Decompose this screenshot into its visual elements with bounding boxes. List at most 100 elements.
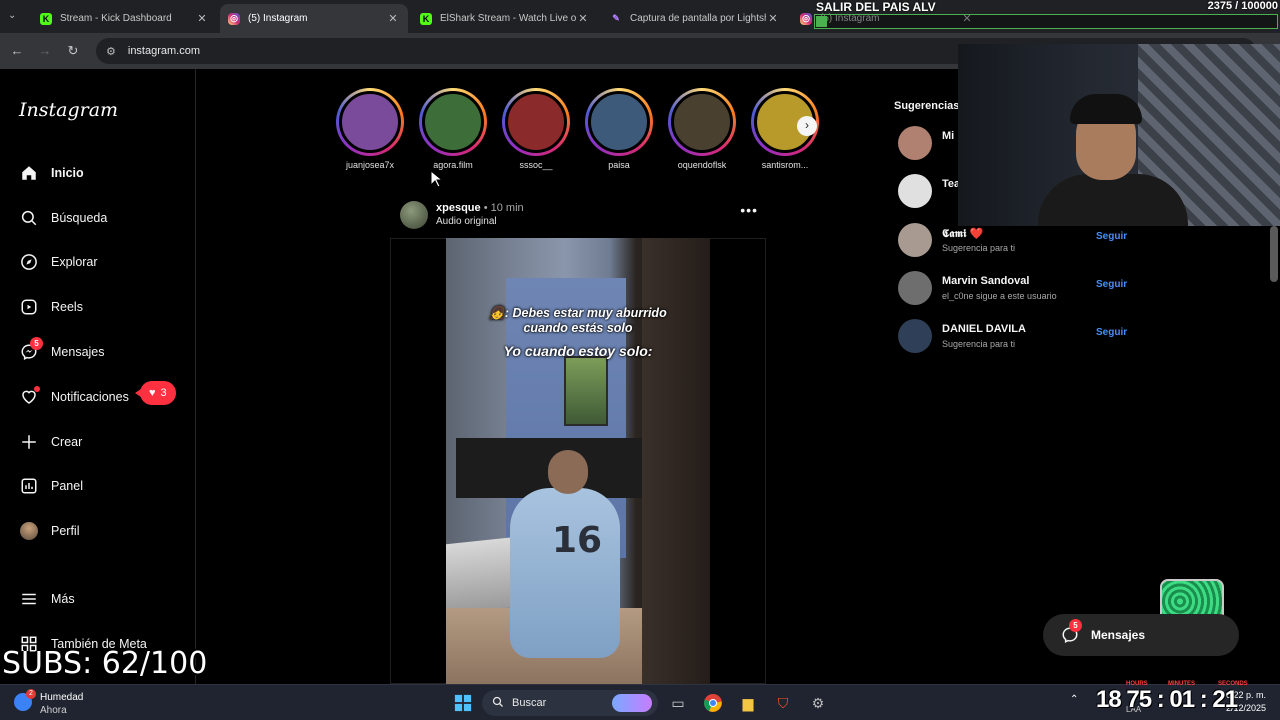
story-avatar xyxy=(588,91,650,153)
subathon-timer: 18 75 : 01 : 21 xyxy=(1096,686,1238,713)
donation-goal-count: 2375 / 100000 xyxy=(1207,0,1278,12)
tab-lightshot[interactable]: ✎ Captura de pantalla por Lightsh ✕ xyxy=(602,4,788,33)
video-scene-poster xyxy=(564,356,608,426)
sidebar-item-label: Mensajes xyxy=(51,345,105,359)
video-scene-person xyxy=(510,488,620,658)
notification-dot xyxy=(34,386,40,392)
suggestion-avatar[interactable] xyxy=(898,223,932,257)
windows-start-icon[interactable] xyxy=(451,691,475,715)
video-caption-top: 👧: Debes estar muy aburrido cuando estás… xyxy=(446,306,710,336)
suggestion-name[interactable]: DANIEL DAVILA xyxy=(942,323,1026,335)
notifications-popup-badge[interactable]: ♥ 3 xyxy=(135,381,176,405)
story-username: santisrom... xyxy=(761,160,809,170)
story-item[interactable]: sssoc__ xyxy=(496,88,576,170)
weather-badge: 2 xyxy=(26,689,36,699)
video-scene-head xyxy=(548,450,588,494)
reload-icon[interactable]: ↻ xyxy=(64,42,82,60)
webcam-overlay xyxy=(958,44,1280,226)
page-scrollbar-thumb[interactable] xyxy=(1270,226,1278,282)
forward-arrow-icon[interactable]: → xyxy=(36,42,54,60)
instagram-favicon-icon: ◎ xyxy=(800,12,812,25)
post-username[interactable]: xpesque xyxy=(436,202,481,214)
suggestion-avatar[interactable] xyxy=(898,174,932,208)
donation-goal-bar xyxy=(814,14,1278,29)
tab-close-icon[interactable]: ✕ xyxy=(195,12,209,25)
suggestion-reason: Sugerencia para ti xyxy=(942,243,1016,253)
story-item[interactable]: juanjosea7x xyxy=(330,88,410,170)
sidebar-item-label: Más xyxy=(51,592,75,606)
sidebar-item-inicio[interactable]: Inicio xyxy=(19,158,189,188)
reels-icon xyxy=(19,297,39,317)
tab-title: ElShark Stream - Watch Live on xyxy=(440,13,576,24)
sidebar-item-busqueda[interactable]: Búsqueda xyxy=(19,203,189,233)
site-info-icon[interactable]: ⚙ xyxy=(106,45,116,58)
feather-favicon-icon: ✎ xyxy=(612,13,620,23)
post-author[interactable]: xpesque • 10 min xyxy=(436,202,524,214)
heart-icon xyxy=(19,386,40,407)
tab-search-chevron-icon[interactable]: ⌄ xyxy=(8,10,22,24)
sidebar-item-perfil[interactable]: Perfil xyxy=(19,516,189,546)
back-arrow-icon[interactable]: ← xyxy=(8,42,26,60)
suggestion-name[interactable]: Marvin Sandoval xyxy=(942,275,1029,287)
suggestion-avatar[interactable] xyxy=(898,271,932,305)
story-username: agora.film xyxy=(433,160,473,170)
suggestion-avatar[interactable] xyxy=(898,126,932,160)
weather-widget[interactable]: 2 Humedad Ahora xyxy=(14,689,134,717)
file-explorer-icon[interactable]: ▆ xyxy=(736,691,760,715)
video-scene-door xyxy=(642,238,710,684)
suggestion-name[interactable]: Mi xyxy=(942,130,954,142)
floating-messages-button[interactable]: 5 Mensajes xyxy=(1043,614,1239,656)
suggestion-name[interactable]: 𝕮𝖆𝖒𝖎 ❤️ xyxy=(942,227,983,241)
mouse-cursor-icon xyxy=(430,170,442,188)
follow-button[interactable]: Seguir xyxy=(1096,279,1127,290)
story-item[interactable]: oquendoflsk xyxy=(662,88,742,170)
suggestion-row: Marvin Sandoval el_c0ne sigue a este usu… xyxy=(898,271,1138,307)
post-audio-link[interactable]: Audio original xyxy=(436,216,497,227)
compass-icon xyxy=(19,252,39,272)
unread-badge: 5 xyxy=(1069,619,1082,632)
tab-close-icon[interactable]: ✕ xyxy=(576,12,590,25)
task-view-icon[interactable]: ▭ xyxy=(666,691,690,715)
tray-chevron-up-icon[interactable]: ⌃ xyxy=(1070,694,1078,705)
messenger-icon: 5 xyxy=(1061,619,1082,644)
more-options-icon[interactable]: ••• xyxy=(740,202,758,218)
sidebar-item-crear[interactable]: Crear xyxy=(19,427,189,457)
tab-instagram-active[interactable]: ◎ (5) Instagram ✕ xyxy=(220,4,408,33)
story-item[interactable]: agora.film xyxy=(413,88,493,170)
messenger-icon: 5 xyxy=(19,337,43,362)
tab-close-icon[interactable]: ✕ xyxy=(766,12,780,25)
sidebar-item-label: Inicio xyxy=(51,166,84,180)
sidebar-item-mensajes[interactable]: 5 Mensajes xyxy=(19,337,189,367)
tab-kick-dashboard[interactable]: K Stream - Kick Dashboard ✕ xyxy=(32,4,217,33)
unread-badge: 5 xyxy=(30,337,43,350)
video-jersey-number: 16 xyxy=(552,520,603,561)
taskbar-search[interactable]: Buscar xyxy=(482,690,658,716)
settings-gear-icon[interactable]: ⚙ xyxy=(806,691,830,715)
weather-subtitle: Ahora xyxy=(40,705,67,716)
story-username: oquendoflsk xyxy=(677,160,727,170)
sidebar-item-mas[interactable]: Más xyxy=(19,584,189,614)
stories-next-chevron-icon[interactable]: › xyxy=(797,116,817,136)
post-author-avatar[interactable] xyxy=(400,201,428,229)
sidebar-item-label: Crear xyxy=(51,435,83,449)
sidebar-item-reels[interactable]: Reels xyxy=(19,292,189,322)
search-icon xyxy=(19,208,39,228)
suggestion-avatar[interactable] xyxy=(898,319,932,353)
subs-goal-text: SUBS: 62/100 xyxy=(2,646,208,681)
instagram-logo[interactable]: Instagram xyxy=(19,99,118,121)
reel-video[interactable]: 16 👧: Debes estar muy aburrido cuando es… xyxy=(446,238,710,684)
tab-title: (5) Instagram xyxy=(248,13,308,24)
follow-button[interactable]: Seguir xyxy=(1096,231,1127,242)
brave-browser-icon[interactable]: ⛉ xyxy=(771,691,795,715)
sidebar-item-label: Panel xyxy=(51,479,83,493)
story-item[interactable]: paisa xyxy=(579,88,659,170)
heart-filled-icon: ♥ xyxy=(149,387,156,399)
follow-button[interactable]: Seguir xyxy=(1096,327,1127,338)
sidebar-item-explorar[interactable]: Explorar xyxy=(19,247,189,277)
plus-icon xyxy=(19,432,39,452)
sidebar-item-panel[interactable]: Panel xyxy=(19,471,189,501)
tab-elshark-stream[interactable]: K ElShark Stream - Watch Live on ✕ xyxy=(412,4,598,33)
tab-close-icon[interactable]: ✕ xyxy=(386,12,400,25)
kick-favicon-icon: K xyxy=(420,12,432,25)
chrome-icon[interactable] xyxy=(701,691,725,715)
